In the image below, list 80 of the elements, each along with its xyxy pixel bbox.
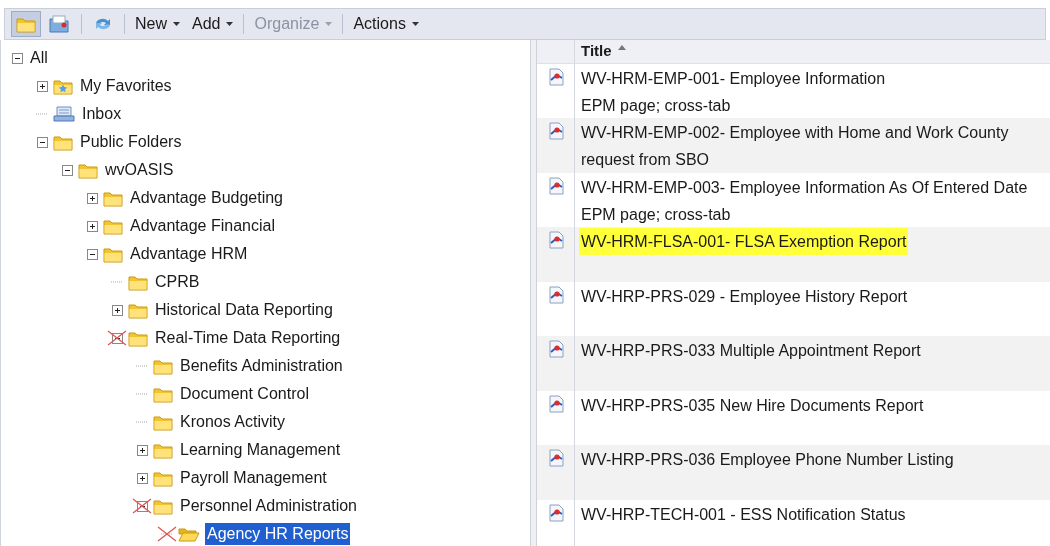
folder-icon [78,161,98,179]
tree-item[interactable]: Advantage Financial [128,215,277,237]
report-title[interactable]: WV-HRM-EMP-003- Employee Information As Of Entered Date [581,173,1028,201]
menu-button[interactable]: Add [188,11,238,37]
report-title[interactable]: WV-HRP-TECH-001 - ESS Notification Status [581,500,906,528]
folder-icon [16,15,36,33]
report-icon[interactable] [547,340,564,358]
report-title[interactable]: WV-HRP-PRS-029 - Employee History Report [581,282,908,310]
tree-item[interactable]: Document Control [178,383,311,405]
tree-item[interactable]: Payroll Management [178,467,329,489]
tree-item[interactable]: Inbox [80,103,124,125]
folder-icon [153,357,173,375]
folder-icon [128,301,148,319]
report-description: request from SBO [581,150,710,170]
expand-icon[interactable] [136,444,148,456]
expand-icon[interactable] [36,80,48,92]
tree-item[interactable]: wvOASIS [103,159,176,181]
expand-icon[interactable] [86,192,98,204]
report-title[interactable]: WV-HRM-EMP-001- Employee Information [581,64,886,92]
favorites-folder-icon [53,77,73,95]
tree-item[interactable]: Advantage HRM [128,243,250,265]
report-description: EPM page; cross-tab [581,204,731,225]
expand-icon[interactable] [136,472,148,484]
tree-item[interactable]: Advantage Budgeting [128,187,285,209]
report-icon[interactable] [547,231,564,249]
report-title[interactable]: WV-HRP-PRS-035 New Hire Documents Report [581,391,924,419]
tree-item[interactable]: My Favorites [78,75,174,97]
tree-connector [36,113,48,115]
menu-button[interactable]: Actions [349,11,423,37]
tree-item[interactable]: All [28,47,50,69]
report-title[interactable]: WV-HRM-FLSA-001- FLSA Exemption Report [579,228,909,255]
report-icon[interactable] [547,176,564,195]
tree-connector [136,365,148,367]
tree-item[interactable]: Benefits Administration [178,355,345,377]
tree-connector [136,393,148,395]
collapse-icon[interactable] [11,52,23,64]
report-icon[interactable] [547,67,564,86]
tree-connector [161,533,173,535]
tree-item[interactable]: Learning Management [178,439,343,461]
open-folder-icon [178,525,200,543]
folder-icon [153,441,173,459]
folder-icon [153,385,173,403]
report-icon[interactable] [547,122,564,140]
folder-icon [128,273,148,291]
tree-item[interactable]: CPRB [153,271,202,293]
caret-icon[interactable] [226,22,234,26]
expand-icon[interactable] [111,304,123,316]
report-icon[interactable] [547,449,564,467]
folder-icon [103,189,123,207]
inbox-icon [53,105,75,123]
collapse-icon[interactable] [86,248,98,260]
report-icon[interactable] [547,503,564,522]
tree-connector [136,421,148,423]
tree-item[interactable]: Historical Data Reporting [153,299,335,321]
folder-icon [53,133,73,151]
expand-icon[interactable] [86,220,98,232]
folder-icon [103,245,123,263]
folder-icon [153,497,173,515]
sort-icon[interactable] [617,44,626,50]
column-header[interactable]: Title [575,40,626,63]
report-title[interactable]: WV-HRM-EMP-002- Employee with Home and Work County [581,119,1009,146]
report-icon[interactable] [547,285,564,304]
caret-icon[interactable] [173,22,180,26]
tree-item[interactable]: Agency HR Reports [205,523,351,545]
collapse-icon[interactable] [36,136,48,148]
tree-connector [111,281,123,283]
folder-icon [103,217,123,235]
folder-documents-icon [49,14,71,34]
tree-item[interactable]: Real-Time Data Reporting [153,327,343,349]
caret-icon[interactable] [411,22,419,26]
collapse-icon[interactable] [61,164,73,176]
tree-item[interactable]: Personnel Administration [178,495,359,517]
report-icon[interactable] [547,394,564,413]
tree-item[interactable]: Kronos Activity [178,411,287,433]
folder-icon [128,329,148,347]
folder-icon [153,413,173,431]
report-description: EPM page; cross-tab [581,95,731,116]
tree-item[interactable]: Public Folders [78,131,184,153]
menu-button[interactable]: New [131,11,184,37]
folder-icon [153,469,173,487]
